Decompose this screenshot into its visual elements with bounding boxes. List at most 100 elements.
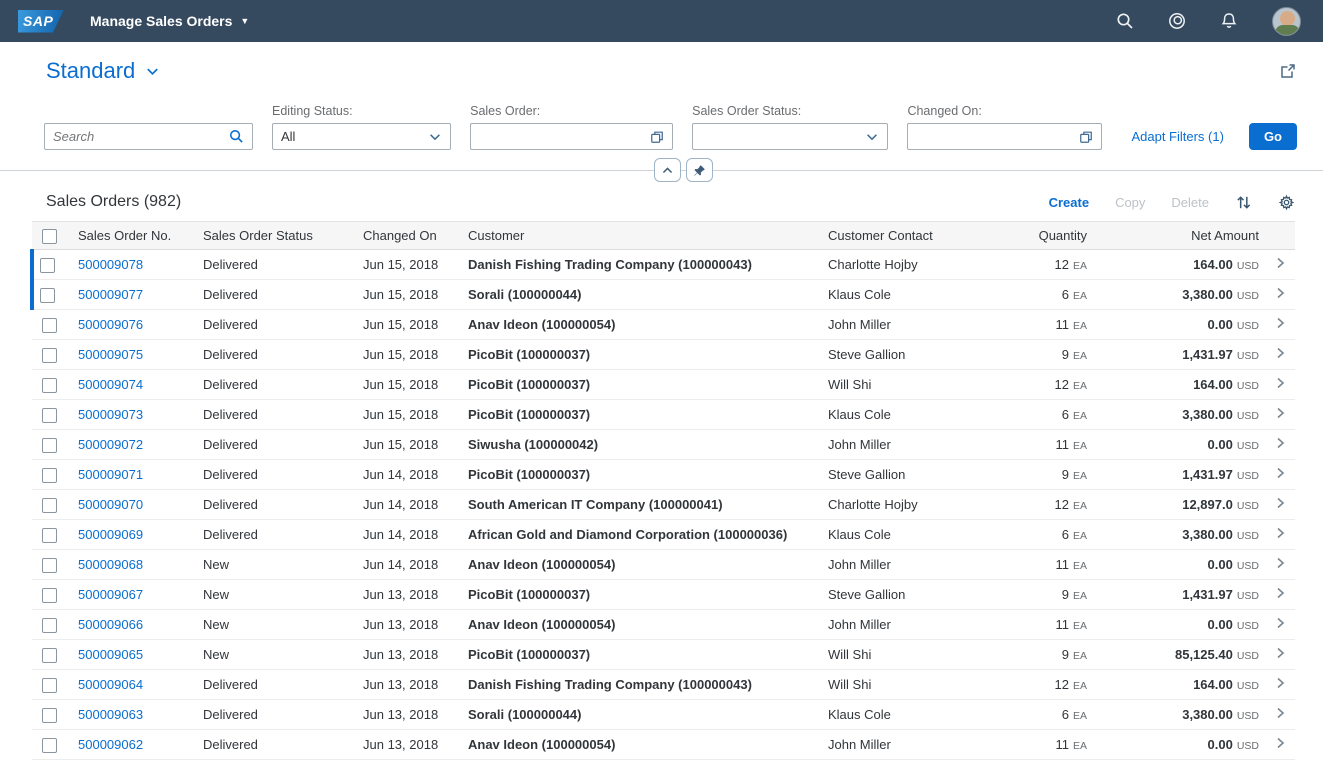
row-checkbox[interactable] [42, 378, 57, 393]
row-navigation-cell[interactable] [1267, 520, 1295, 550]
sales-order-link[interactable]: 500009063 [78, 707, 143, 722]
sales-order-link[interactable]: 500009075 [78, 347, 143, 362]
pin-filter-button[interactable] [686, 158, 713, 182]
row-navigation-cell[interactable] [1267, 580, 1295, 610]
table-row[interactable]: 500009071 Delivered Jun 14, 2018 PicoBit… [32, 460, 1295, 490]
bell-icon[interactable] [1220, 12, 1238, 30]
sales-order-link[interactable]: 500009070 [78, 497, 143, 512]
row-navigation-cell[interactable] [1267, 490, 1295, 520]
row-navigation-cell[interactable] [1267, 250, 1295, 280]
row-checkbox[interactable] [42, 618, 57, 633]
table-row[interactable]: 500009066 New Jun 13, 2018 Anav Ideon (1… [32, 610, 1295, 640]
row-checkbox[interactable] [42, 708, 57, 723]
row-navigation-cell[interactable] [1267, 670, 1295, 700]
row-navigation-cell[interactable] [1267, 730, 1295, 760]
table-row[interactable]: 500009069 Delivered Jun 14, 2018 African… [32, 520, 1295, 550]
sales-order-link[interactable]: 500009062 [78, 737, 143, 752]
row-checkbox[interactable] [42, 588, 57, 603]
select-all-checkbox[interactable] [42, 229, 57, 244]
sales-order-link[interactable]: 500009072 [78, 437, 143, 452]
copilot-icon[interactable] [1168, 12, 1186, 30]
table-row[interactable]: 500009076 Delivered Jun 15, 2018 Anav Id… [32, 310, 1295, 340]
sales-order-link[interactable]: 500009071 [78, 467, 143, 482]
row-navigation-cell[interactable] [1267, 430, 1295, 460]
row-navigation-cell[interactable] [1267, 310, 1295, 340]
user-avatar[interactable] [1272, 7, 1301, 36]
row-checkbox[interactable] [42, 438, 57, 453]
sales-order-link[interactable]: 500009076 [78, 317, 143, 332]
sales-order-link[interactable]: 500009078 [78, 257, 143, 272]
row-navigation-cell[interactable] [1267, 460, 1295, 490]
column-header-quantity[interactable]: Quantity [990, 222, 1095, 250]
collapse-filter-button[interactable] [654, 158, 681, 182]
row-checkbox[interactable] [42, 498, 57, 513]
row-navigation-cell[interactable] [1267, 550, 1295, 580]
go-button[interactable]: Go [1249, 123, 1297, 150]
search-input[interactable] [53, 129, 229, 144]
row-checkbox[interactable] [42, 408, 57, 423]
row-checkbox[interactable] [42, 648, 57, 663]
row-checkbox[interactable] [42, 558, 57, 573]
sales-order-status-select[interactable] [692, 123, 888, 150]
adapt-filters-link[interactable]: Adapt Filters (1) [1131, 129, 1223, 144]
row-navigation-cell[interactable] [1267, 700, 1295, 730]
row-checkbox[interactable] [42, 348, 57, 363]
table-row[interactable]: 500009062 Delivered Jun 13, 2018 Anav Id… [32, 730, 1295, 760]
sales-order-link[interactable]: 500009074 [78, 377, 143, 392]
value-help-icon[interactable] [1079, 130, 1093, 144]
app-title-menu[interactable]: Manage Sales Orders ▼ [90, 13, 249, 29]
column-header-sales-order-status[interactable]: Sales Order Status [195, 222, 355, 250]
table-row[interactable]: 500009067 New Jun 13, 2018 PicoBit (1000… [32, 580, 1295, 610]
delete-button[interactable]: Delete [1171, 195, 1209, 210]
column-header-sales-order-no[interactable]: Sales Order No. [70, 222, 195, 250]
value-help-icon[interactable] [650, 130, 664, 144]
table-row[interactable]: 500009078 Delivered Jun 15, 2018 Danish … [32, 250, 1295, 280]
table-row[interactable]: 500009070 Delivered Jun 14, 2018 South A… [32, 490, 1295, 520]
row-checkbox[interactable] [42, 678, 57, 693]
table-row[interactable]: 500009074 Delivered Jun 15, 2018 PicoBit… [32, 370, 1295, 400]
changed-on-input[interactable] [916, 129, 1079, 144]
table-row[interactable]: 500009065 New Jun 13, 2018 PicoBit (1000… [32, 640, 1295, 670]
row-navigation-cell[interactable] [1267, 280, 1295, 310]
row-checkbox[interactable] [42, 318, 57, 333]
row-checkbox[interactable] [40, 258, 55, 273]
table-row[interactable]: 500009068 New Jun 14, 2018 Anav Ideon (1… [32, 550, 1295, 580]
column-header-customer-contact[interactable]: Customer Contact [820, 222, 990, 250]
row-navigation-cell[interactable] [1267, 340, 1295, 370]
sales-order-link[interactable]: 500009064 [78, 677, 143, 692]
sap-logo[interactable]: SAP [18, 10, 64, 33]
sales-order-link[interactable]: 500009067 [78, 587, 143, 602]
table-row[interactable]: 500009075 Delivered Jun 15, 2018 PicoBit… [32, 340, 1295, 370]
sales-order-link[interactable]: 500009068 [78, 557, 143, 572]
column-header-changed-on[interactable]: Changed On [355, 222, 460, 250]
editing-status-select[interactable]: All [272, 123, 451, 150]
copy-button[interactable]: Copy [1115, 195, 1145, 210]
row-checkbox[interactable] [42, 528, 57, 543]
row-navigation-cell[interactable] [1267, 640, 1295, 670]
row-navigation-cell[interactable] [1267, 370, 1295, 400]
settings-icon[interactable] [1278, 194, 1295, 211]
row-checkbox[interactable] [42, 468, 57, 483]
column-header-customer[interactable]: Customer [460, 222, 820, 250]
sales-order-link[interactable]: 500009066 [78, 617, 143, 632]
row-checkbox[interactable] [42, 738, 57, 753]
row-navigation-cell[interactable] [1267, 400, 1295, 430]
variant-selector[interactable]: Standard [46, 58, 160, 84]
sales-order-link[interactable]: 500009065 [78, 647, 143, 662]
table-row[interactable]: 500009072 Delivered Jun 15, 2018 Siwusha… [32, 430, 1295, 460]
row-checkbox[interactable] [40, 288, 55, 303]
sales-order-link[interactable]: 500009069 [78, 527, 143, 542]
search-icon[interactable] [229, 129, 244, 144]
sales-order-link[interactable]: 500009073 [78, 407, 143, 422]
search-icon[interactable] [1116, 12, 1134, 30]
row-navigation-cell[interactable] [1267, 610, 1295, 640]
sales-order-input[interactable] [479, 129, 650, 144]
table-row[interactable]: 500009077 Delivered Jun 15, 2018 Sorali … [32, 280, 1295, 310]
sort-icon[interactable] [1235, 194, 1252, 211]
share-icon[interactable] [1279, 62, 1297, 80]
table-row[interactable]: 500009063 Delivered Jun 13, 2018 Sorali … [32, 700, 1295, 730]
sales-order-link[interactable]: 500009077 [78, 287, 143, 302]
table-row[interactable]: 500009073 Delivered Jun 15, 2018 PicoBit… [32, 400, 1295, 430]
create-button[interactable]: Create [1049, 195, 1089, 210]
table-row[interactable]: 500009064 Delivered Jun 13, 2018 Danish … [32, 670, 1295, 700]
